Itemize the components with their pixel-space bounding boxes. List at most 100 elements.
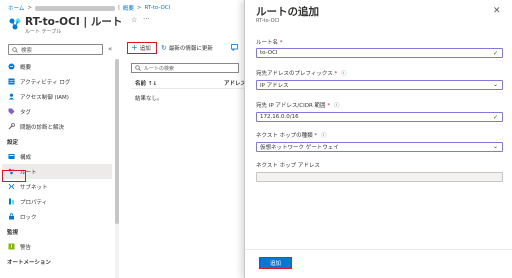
routes-highlight-box (2, 170, 26, 182)
refresh-label: 最新の情報に更新 (168, 46, 213, 52)
more-options-icon[interactable]: ··· (143, 15, 150, 23)
sidebar-item-label: アクティビティ ログ (20, 79, 71, 86)
required-marker: * (334, 71, 338, 77)
required-marker: * (314, 133, 318, 139)
prefix-destination-label-text: 宛先アドレスのプレフィックス (256, 71, 333, 77)
iam-icon (7, 93, 15, 101)
destination-range-value: 172.16.0.0/16 (260, 114, 299, 120)
info-icon[interactable]: ⓘ (321, 133, 327, 139)
overview-icon (7, 63, 15, 71)
breadcrumb-overview[interactable]: 概要 (123, 4, 134, 12)
add-route-blade: ルートの追加 RT-to-OCI ✕ ルート名 * to-OCI ✓ 宛先アドレ… (244, 0, 512, 278)
chevron-down-icon: ⌄ (492, 143, 498, 150)
nav-section-automation: オートメーション (7, 259, 51, 266)
sidebar-item-label: 警告 (20, 244, 32, 251)
nav-section-monitoring: 監視 (7, 229, 19, 236)
route-name-value: to-OCI (260, 50, 278, 56)
blade-title: ルートの追加 (256, 6, 319, 18)
next-hop-address-field (256, 172, 503, 182)
breadcrumb-separator: | (117, 5, 120, 11)
next-hop-type-label: ネクスト ホップの種類 * ⓘ (256, 131, 326, 139)
submit-add-button[interactable]: 追加 (259, 257, 292, 269)
destination-range-field[interactable]: 172.16.0.0/16 ✓ (256, 112, 503, 122)
sidebar-item-tags[interactable]: タグ (2, 104, 112, 119)
breadcrumb: ホーム > | 概要 > RT-to-OCI (8, 4, 170, 12)
prefix-destination-select[interactable]: IP アドレス ⌄ (256, 80, 503, 90)
prefix-destination-value: IP アドレス (260, 83, 289, 89)
next-hop-type-select[interactable]: 仮想ネットワーク ゲートウェイ ⌄ (256, 142, 503, 152)
next-hop-type-label-text: ネクスト ホップの種類 (256, 133, 313, 139)
refresh-button[interactable]: ↻ 最新の情報に更新 (161, 44, 213, 52)
sidebar-item-label: プロパティ (20, 199, 48, 206)
add-route-label: 追加 (139, 46, 151, 52)
info-icon[interactable]: ⓘ (334, 103, 340, 109)
sidebar-item-label: 構成 (20, 154, 32, 161)
sidebar-item-label: アクセス制御 (IAM) (20, 94, 69, 101)
chevron-down-icon: ⌄ (492, 81, 498, 88)
breadcrumb-separator: > (136, 5, 142, 11)
route-name-label-text: ルート名 (256, 40, 279, 46)
check-icon: ✓ (492, 50, 498, 57)
footer-divider (245, 249, 512, 250)
sidebar-item-diagnose[interactable]: 問題の診断と解決 (2, 119, 112, 134)
nav-scrollbar-thumb[interactable] (115, 59, 119, 224)
subnet-icon (7, 183, 15, 191)
sidebar-item-label: 問題の診断と解決 (20, 124, 65, 131)
favorite-star-icon[interactable]: ☆ (131, 16, 137, 24)
sidebar-item-label: タグ (20, 109, 32, 116)
next-hop-address-label-text: ネクスト ホップ アドレス (256, 163, 320, 169)
diagnose-icon (7, 123, 15, 131)
nav-search-input[interactable]: 検索 (8, 44, 103, 55)
check-icon: ✓ (492, 114, 498, 121)
sidebar-item-alerts[interactable]: 警告 (2, 239, 112, 254)
header-divider (131, 88, 244, 89)
page-subtitle: ルート テーブル (25, 29, 62, 35)
column-header-address[interactable]: アドレス (224, 79, 246, 87)
activity-log-icon (7, 78, 15, 86)
close-icon[interactable]: ✕ (493, 6, 501, 16)
sidebar-item-locks[interactable]: ロック (2, 209, 112, 224)
sidebar-item-properties[interactable]: プロパティ (2, 194, 112, 209)
sidebar-item-label: サブネット (20, 184, 48, 191)
collapse-nav-icon[interactable]: « (108, 45, 112, 53)
breadcrumb-redacted (34, 5, 115, 11)
plus-icon: + (131, 43, 138, 52)
search-icon (135, 65, 141, 71)
search-icon (12, 46, 18, 53)
sidebar-item-iam[interactable]: アクセス制御 (IAM) (2, 89, 112, 104)
empty-state-text: 結果なし。 (135, 96, 163, 102)
sidebar-item-overview[interactable]: 概要 (2, 59, 112, 74)
feedback-icon[interactable] (231, 44, 239, 51)
sidebar-item-label: 概要 (20, 64, 32, 71)
sidebar-item-activity-log[interactable]: アクティビティ ログ (2, 74, 112, 89)
alert-icon (7, 243, 15, 251)
properties-icon (7, 198, 15, 206)
breadcrumb-separator: > (27, 5, 32, 11)
blade-subtitle: RT-to-OCI (256, 18, 280, 24)
breadcrumb-home[interactable]: ホーム (8, 4, 24, 12)
route-name-label: ルート名 * (256, 38, 283, 46)
breadcrumb-current[interactable]: RT-to-OCI (144, 5, 170, 11)
sidebar-item-configuration[interactable]: 構成 (2, 149, 112, 164)
route-name-field[interactable]: to-OCI ✓ (256, 48, 503, 58)
nav-section-settings: 設定 (7, 139, 19, 146)
route-search-placeholder: ルートの検索 (144, 65, 175, 72)
column-header-name[interactable]: 名前 ↑↓ (135, 79, 157, 87)
route-search-input[interactable]: ルートの検索 (131, 63, 239, 73)
destination-range-label: 宛先 IP アドレス/CIDR 範囲 * ⓘ (256, 101, 339, 109)
destination-range-label-text: 宛先 IP アドレス/CIDR 範囲 (256, 103, 326, 109)
configuration-icon (7, 153, 15, 161)
next-hop-type-value: 仮想ネットワーク ゲートウェイ (260, 145, 339, 151)
required-marker: * (279, 40, 283, 46)
required-marker: * (327, 103, 331, 109)
refresh-icon: ↻ (161, 44, 167, 52)
sidebar-item-label: ロック (20, 214, 37, 221)
resource-menu: 概要 アクティビティ ログ アクセス制御 (IAM) タグ 問題の診断と解決 設… (2, 59, 112, 269)
route-table-icon (9, 18, 21, 30)
tag-icon (7, 108, 15, 116)
next-hop-address-label: ネクスト ホップ アドレス (256, 161, 320, 169)
lock-icon (7, 213, 15, 221)
info-icon[interactable]: ⓘ (341, 71, 347, 77)
add-route-button[interactable]: + 追加 (127, 42, 157, 54)
nav-search-placeholder: 検索 (21, 47, 33, 54)
